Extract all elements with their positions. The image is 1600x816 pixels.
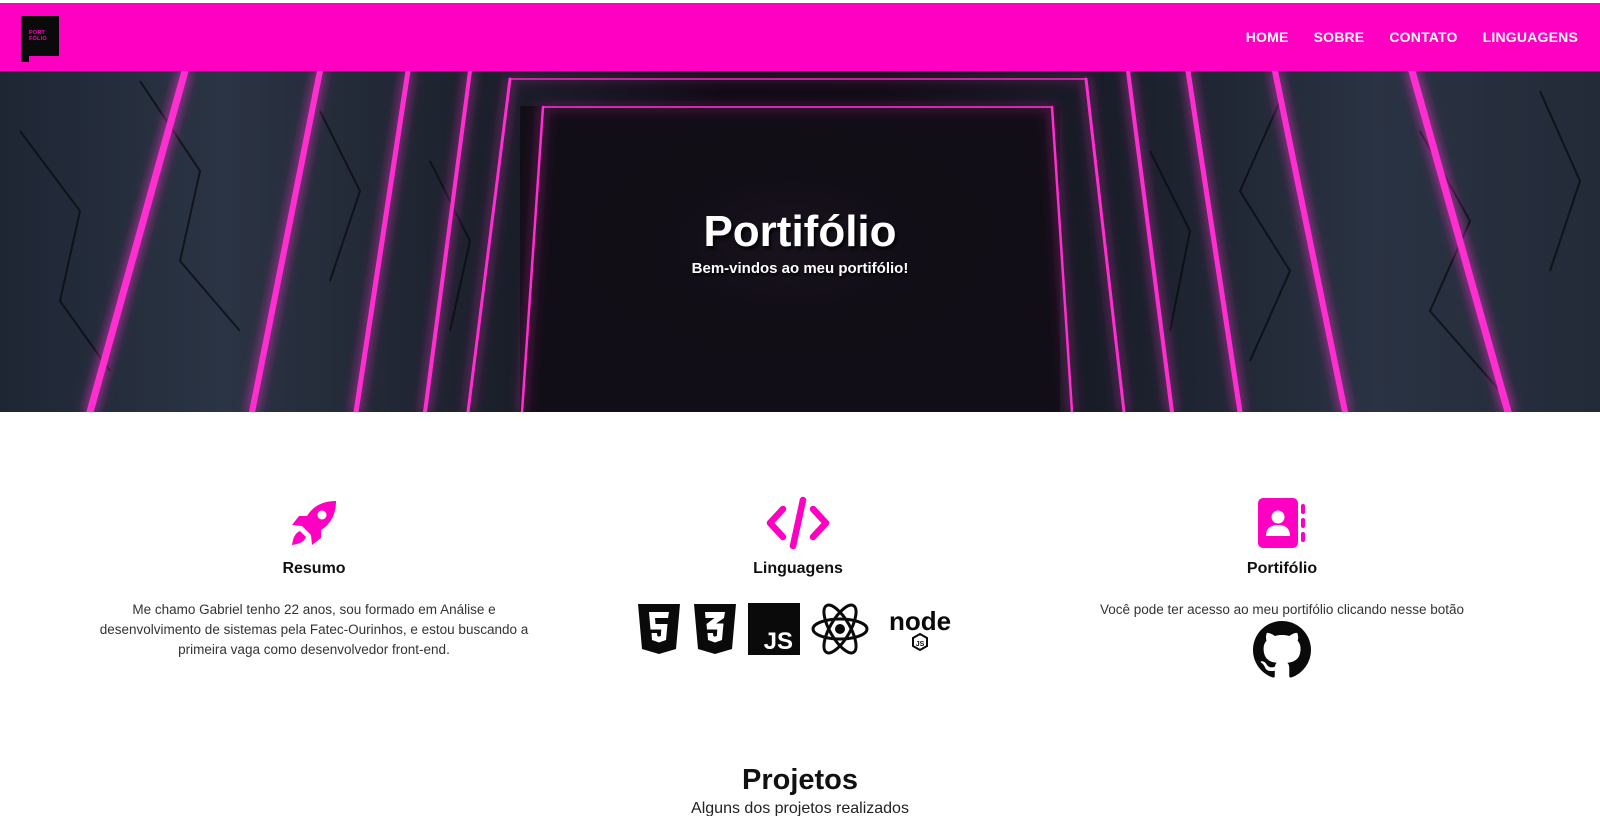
hero-title: Portifólio xyxy=(703,207,897,256)
address-book-icon xyxy=(1062,496,1502,552)
feature-description: Me chamo Gabriel tenho 22 anos, sou form… xyxy=(99,602,529,657)
feature-title: Linguagens xyxy=(753,560,843,577)
portfolio-logo[interactable]: PORT FÓLIO xyxy=(21,16,59,62)
svg-text:node: node xyxy=(889,606,951,636)
svg-text:JS: JS xyxy=(764,628,793,655)
github-icon[interactable] xyxy=(1253,621,1311,679)
javascript-icon: JS xyxy=(748,603,800,655)
language-icons: JS node JS xyxy=(578,602,1018,656)
hero-subtitle: Bem-vindos ao meu portifólio! xyxy=(691,260,909,277)
nav-sobre-link[interactable]: SOBRE xyxy=(1314,29,1365,45)
github-link[interactable] xyxy=(1062,621,1502,679)
feature-description: Você pode ter acesso ao meu portifólio c… xyxy=(1100,602,1464,617)
react-icon xyxy=(810,602,870,656)
nodejs-icon: node JS xyxy=(880,602,960,656)
html5-icon xyxy=(636,602,682,656)
projects-subtitle: Alguns dos projetos realizados xyxy=(691,800,909,816)
nav-contato-link[interactable]: CONTATO xyxy=(1389,29,1457,45)
hero-banner: Portifólio Bem-vindos ao meu portifólio! xyxy=(0,71,1600,412)
svg-text:JS: JS xyxy=(916,641,925,648)
projects-title: Projetos xyxy=(741,764,859,796)
css3-icon xyxy=(692,602,738,656)
feature-title: Portifólio xyxy=(1246,560,1318,577)
features-section: Resumo Me chamo Gabriel tenho 22 anos, s… xyxy=(0,412,1600,712)
code-icon xyxy=(578,496,1018,552)
feature-title: Resumo xyxy=(282,560,346,577)
nav-linguagens-link[interactable]: LINGUAGENS xyxy=(1483,29,1578,45)
site-header: PORT FÓLIO HOME SOBRE CONTATO LINGUAGENS xyxy=(0,3,1600,71)
nav-home-link[interactable]: HOME xyxy=(1246,29,1289,45)
logo-text: PORT FÓLIO xyxy=(29,30,47,42)
main-nav: HOME SOBRE CONTATO LINGUAGENS xyxy=(1246,3,1578,71)
rocket-icon xyxy=(94,496,534,552)
